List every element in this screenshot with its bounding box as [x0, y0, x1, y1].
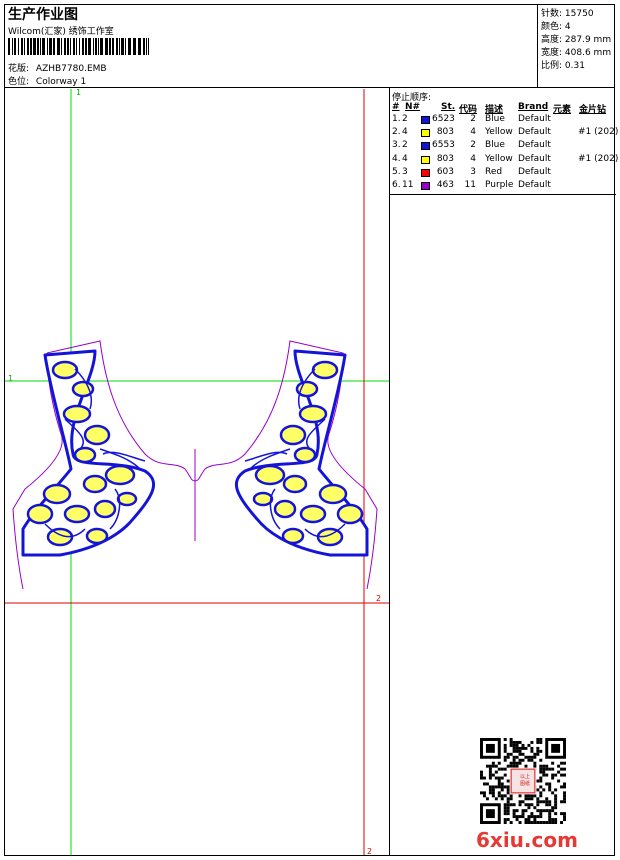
- colorway-line: 色位: Colorway 1: [8, 74, 86, 87]
- row-stitches: 603: [436, 166, 454, 177]
- row-code: 11: [464, 180, 476, 190]
- row-needle: 4: [402, 153, 408, 164]
- color-swatch: [421, 142, 430, 151]
- row-stitches: 463: [436, 180, 454, 190]
- row-stitches: 6523: [432, 114, 455, 124]
- color-swatch: [421, 168, 430, 177]
- design-canvas: [5, 89, 389, 855]
- row-desc: Blue: [485, 114, 505, 124]
- pattern-line: 花版: AZHB7780.EMB: [8, 61, 107, 74]
- row-brand: Default: [518, 114, 551, 124]
- row-code: 2: [470, 114, 476, 124]
- color-swatch: [421, 182, 430, 190]
- row-desc: Purple: [485, 180, 514, 190]
- row-brand: Default: [518, 140, 551, 151]
- row-num: 3.: [392, 140, 401, 151]
- row-stitches: 6553: [432, 140, 455, 151]
- pattern-label: 花版:: [8, 64, 30, 74]
- row-brand: Default: [518, 127, 551, 138]
- table-row: 3. 2 6553 2 Blue Default: [390, 140, 616, 153]
- left-embroidery: [21, 349, 155, 557]
- guide-label-v2: 2: [367, 847, 373, 856]
- stat-colors: 颜色: 4: [541, 22, 571, 32]
- stop-sequence-panel: 停止顺序: # N# St. 代码 描述 Brand 元素 金片钻 1. 2 652…: [389, 88, 619, 856]
- row-sequin: #1 (202): [578, 153, 619, 164]
- right-embroidery: [235, 349, 369, 557]
- table-row: 5. 3 603 3 Red Default: [390, 167, 616, 180]
- row-needle: 2: [402, 140, 408, 151]
- row-brand: Default: [518, 166, 551, 177]
- table-row: 1. 2 6523 2 Blue Default: [390, 114, 616, 127]
- table-row: 6. 11 463 11 Purple Default: [390, 180, 616, 193]
- row-code: 4: [470, 153, 476, 164]
- qr-stamp: 以上图纸: [519, 774, 530, 787]
- row-brand: Default: [518, 153, 551, 164]
- table-row: 4. 4 803 4 Yellow Default #1 (202): [390, 153, 619, 167]
- barcode-image: [8, 38, 149, 55]
- col-needle: N#: [405, 102, 421, 112]
- colorway-value: Colorway 1: [35, 77, 87, 87]
- studio-subtitle: Wilcom(汇家) 绣饰工作室: [8, 27, 114, 37]
- row-desc: Yellow: [485, 153, 513, 164]
- stat-scale: 比例: 0.31: [541, 61, 585, 71]
- row-stitches: 803: [436, 127, 454, 138]
- guide-label-v1: 1: [76, 88, 82, 97]
- row-code: 3: [470, 166, 476, 177]
- stat-width: 宽度: 408.6 mm: [541, 48, 612, 58]
- guide-label-h2: 2: [376, 594, 382, 603]
- row-num: 6.: [392, 180, 401, 190]
- row-needle: 11: [402, 180, 414, 190]
- row-stitches: 803: [436, 153, 454, 164]
- color-swatch: [421, 155, 430, 164]
- row-num: 2.: [392, 127, 401, 138]
- row-num: 1.: [392, 114, 401, 124]
- guide-label-h1: 1: [8, 374, 14, 383]
- table-divider: [390, 194, 616, 195]
- row-code: 4: [470, 127, 476, 138]
- col-hash: #: [392, 102, 400, 112]
- row-needle: 3: [402, 166, 408, 177]
- color-swatch: [421, 129, 430, 138]
- row-num: 5.: [392, 166, 401, 177]
- col-brand: Brand: [518, 102, 549, 112]
- row-brand: Default: [518, 180, 551, 190]
- stat-height: 高度: 287.9 mm: [541, 35, 612, 45]
- row-needle: 4: [402, 127, 408, 138]
- row-needle: 2: [402, 114, 408, 124]
- row-desc: Yellow: [485, 127, 513, 138]
- row-desc: Blue: [485, 140, 505, 151]
- row-num: 4.: [392, 153, 401, 164]
- row-sequin: #1 (202): [578, 127, 619, 138]
- table-row: 2. 4 803 4 Yellow Default #1 (202): [390, 127, 619, 140]
- pattern-value: AZHB7780.EMB: [35, 64, 107, 74]
- colorway-label: 色位:: [8, 77, 30, 87]
- color-swatch: [421, 116, 430, 124]
- stat-stitches: 针数: 15750: [541, 9, 594, 19]
- page-title: 生产作业图: [8, 7, 78, 23]
- row-desc: Red: [485, 166, 503, 177]
- col-stitches: St.: [441, 102, 456, 112]
- watermark-logo: 6xiu.com: [476, 828, 578, 852]
- row-code: 2: [470, 140, 476, 151]
